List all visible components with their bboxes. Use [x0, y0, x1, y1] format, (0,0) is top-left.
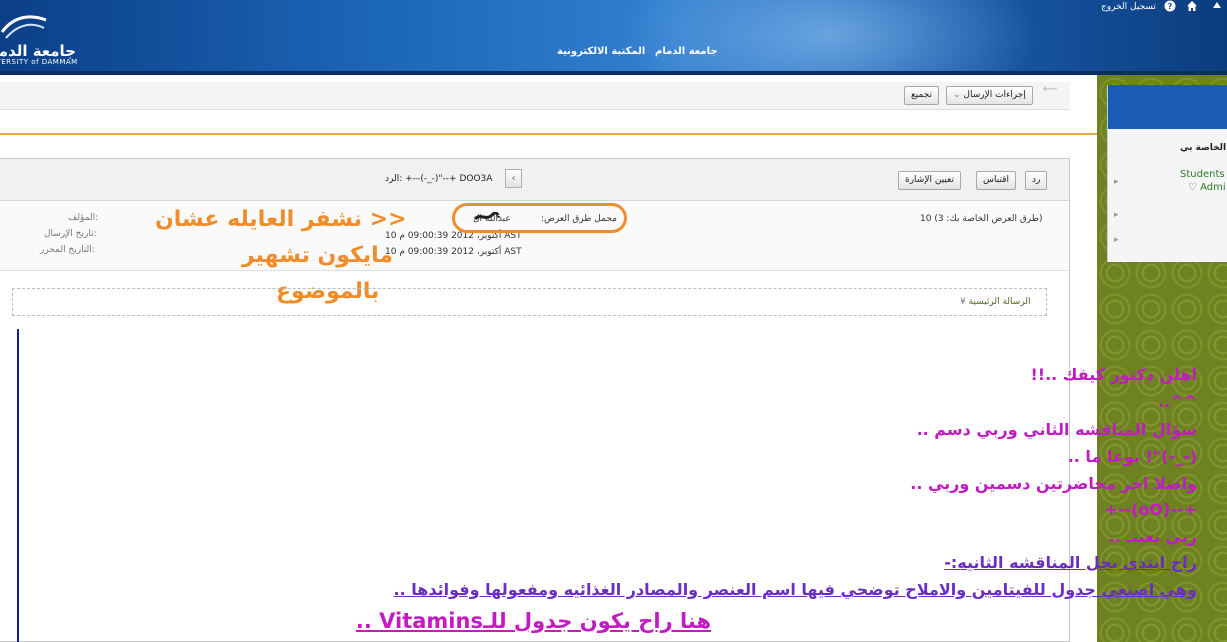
side-link-admin[interactable]: ♡ Admi — [1188, 182, 1226, 193]
help-icon[interactable]: ? — [1163, 0, 1177, 14]
quote-button[interactable]: اقتباس — [976, 171, 1016, 190]
side-panel-header — [1108, 85, 1227, 129]
home-icon[interactable] — [1185, 0, 1199, 14]
flag-button[interactable]: تعيين الإشارة — [898, 171, 961, 190]
message-line-4: (-_-)"! نوعا ما .. — [1067, 447, 1197, 466]
logout-link[interactable]: تسجيل الخروج — [1101, 2, 1156, 12]
university-logo[interactable]: جامعة الدمام UNIVERSITY of DAMMAM — [0, 8, 80, 68]
side-module-panel: الخاصة بي Students I ♡ Admi ▸ ▸ ▸ — [1107, 85, 1227, 262]
author-label: المؤلف: — [68, 213, 99, 223]
collapse-icon: ¥ — [960, 297, 966, 307]
header-glow — [620, 0, 1040, 75]
side-panel-title: الخاصة بي — [1180, 143, 1227, 153]
logo-english-text: UNIVERSITY of DAMMAM — [0, 58, 78, 66]
send-actions-button[interactable]: إجراءات الإرسال ⌄ — [946, 86, 1033, 105]
expand-arrow-icon[interactable]: ▸ — [1114, 210, 1119, 220]
main-message-text: الرسالة الرئيسية — [968, 297, 1031, 307]
scribble-icon — [474, 212, 500, 221]
main-message-label[interactable]: الرسالة الرئيسية ¥ — [960, 297, 1031, 307]
nav-link-dammam[interactable]: جامعة الدمام — [655, 46, 718, 57]
up-icon[interactable] — [1210, 0, 1224, 14]
quote-bar — [17, 329, 19, 642]
corner-arrow-icon: ⟵ — [1043, 84, 1058, 95]
annotation-line-2: مايكون تشهير — [242, 243, 394, 268]
message-line-9: وهي اصنعي جدول للفيتامين والاملاح توضحي … — [393, 580, 1197, 599]
edited-label: التاريخ المحرر: — [40, 245, 95, 255]
section-divider — [0, 133, 1097, 135]
expand-arrow-icon[interactable]: ▸ — [1114, 235, 1119, 245]
message-line-8: راح ابتدي بحل المناقشه الثانيه:- — [944, 553, 1197, 572]
logo-swirl-icon — [0, 15, 47, 39]
main-message-box — [12, 288, 1047, 316]
prev-post-arrow-icon[interactable]: ‹ — [505, 169, 522, 188]
chevron-down-icon: ⌄ — [953, 90, 961, 100]
top-header: جامعة الدمام UNIVERSITY of DAMMAM جامعة … — [0, 0, 1227, 75]
action-toolbar: ⟵ إجراءات الإرسال ⌄ تجميع — [0, 82, 1070, 110]
message-line-6: +--(oO)--+ — [1104, 500, 1197, 519]
message-line-1: اهلن دكتور كيفك ..!! — [1030, 365, 1197, 384]
nav-link-elibrary[interactable]: المكتبة الالكترونية — [557, 46, 645, 57]
message-line-2: ^^.. — [1158, 392, 1197, 411]
views-total: 10 (طرق العرض الخاصة بك: 3) — [920, 214, 1043, 224]
reply-title: الرد: +-–(-_-)"--+ DOO3A — [385, 174, 493, 184]
date-edited-value: 10 أكتوبر، 2012 09:00:39 م AST — [385, 247, 522, 257]
message-line-5: واصلا اخر محاضرتين دسمين وربي .. — [910, 474, 1197, 493]
collect-button[interactable]: تجميع — [904, 86, 940, 105]
send-actions-label: إجراءات الإرسال — [963, 90, 1026, 100]
thread-header-bar: رد اقتباس تعيين الإشارة ‹ الرد: +-–(-_-)… — [0, 159, 1069, 201]
message-line-3: سؤال المناقشه الثاني وربي دسم .. — [916, 420, 1197, 439]
reply-button[interactable]: رد — [1025, 171, 1048, 190]
expand-arrow-icon[interactable]: ▸ — [1114, 177, 1119, 187]
header-rule — [0, 71, 1227, 75]
sent-label: تاريخ الإرسال: — [44, 229, 97, 239]
message-line-7: ربي يعينـ .. — [1108, 527, 1197, 546]
svg-text:?: ? — [1168, 2, 1173, 11]
annotation-line-1: << نشفر العايله عشان — [155, 207, 407, 232]
message-line-10: هنا راح يكون جدول للـVitamins .. — [355, 609, 711, 633]
thread-container: رد اقتباس تعيين الإشارة ‹ الرد: +-–(-_-)… — [0, 158, 1070, 642]
side-link-students[interactable]: Students I — [1180, 169, 1227, 180]
